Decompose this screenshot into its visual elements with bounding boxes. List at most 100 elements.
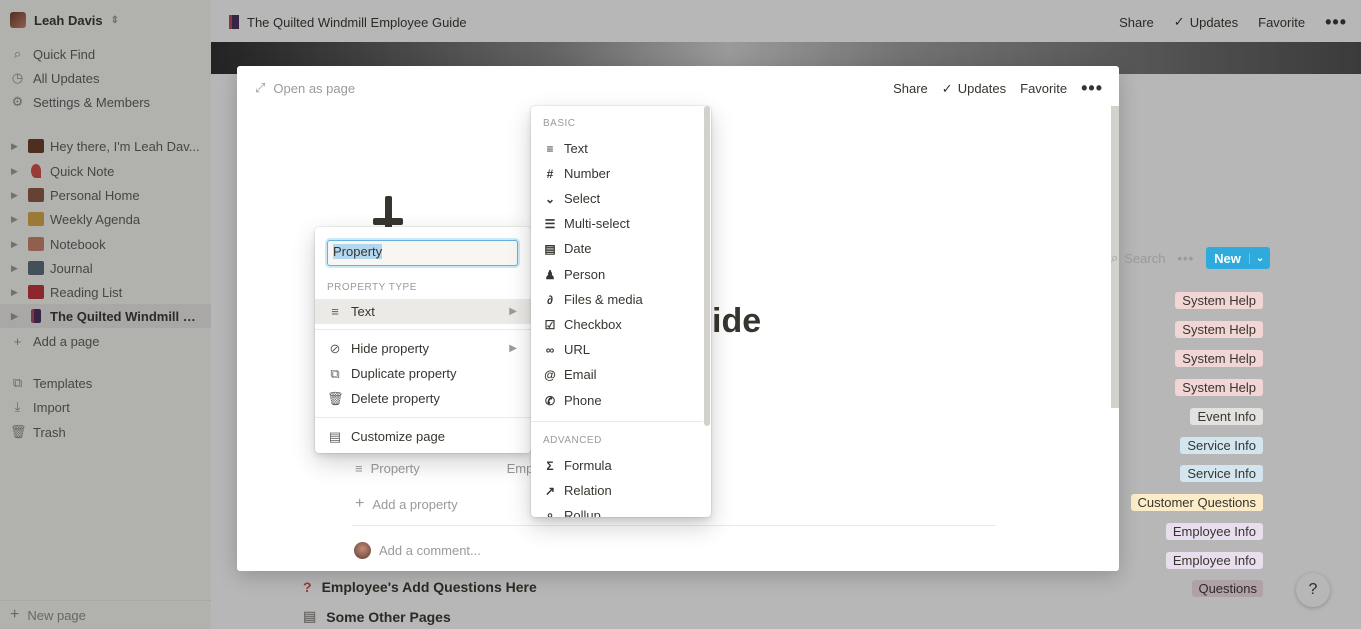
category-tag: Employee Info — [1165, 523, 1263, 540]
person-icon: ♟ — [544, 267, 556, 282]
category-tag: Service Info — [1180, 465, 1263, 482]
type-option-text[interactable]: ≡ Text — [531, 136, 703, 161]
link-icon: ∞ — [545, 342, 555, 357]
expand-arrow-icon: ⤢ — [255, 80, 266, 95]
property-row[interactable]: ≡ Property Emp — [355, 461, 533, 476]
duplicate-icon: ⧉ — [330, 365, 340, 381]
basic-section-label: BASIC — [543, 118, 576, 129]
type-option-label: Relation — [564, 483, 612, 498]
multiselect-icon: ☰ — [544, 216, 556, 231]
avatar — [354, 542, 371, 559]
eye-hidden-icon: ⊘ — [329, 340, 341, 356]
type-option-formula[interactable]: Σ Formula — [531, 453, 703, 478]
type-option-label: Select — [564, 191, 601, 206]
updates-label: Updates — [957, 81, 1007, 96]
type-option-multi-select[interactable]: ☰ Multi-select — [531, 211, 703, 236]
type-option-label: Phone — [564, 393, 602, 408]
type-option-url[interactable]: ∞ URL — [531, 337, 703, 362]
category-tag: System Help — [1175, 321, 1263, 338]
modal-share-button[interactable]: Share — [893, 81, 928, 96]
category-tag: Service Info — [1180, 437, 1263, 454]
chevron-right-icon: ▶ — [509, 306, 517, 317]
add-property-button[interactable]: + Add a property — [355, 495, 458, 513]
page-plus-icon[interactable] — [373, 196, 403, 230]
open-as-page-button[interactable]: ⤢ Open as page — [255, 80, 355, 96]
type-option-select[interactable]: ⌄ Select — [531, 186, 703, 211]
property-type-select[interactable]: ≡ Text ▶ — [315, 299, 531, 324]
search-label: Search — [1124, 250, 1166, 266]
property-row-label: Property — [370, 461, 420, 476]
type-option-label: Checkbox — [564, 317, 622, 332]
property-menu: Property PROPERTY TYPE ≡ Text ▶ ⊘ Hide p… — [315, 227, 531, 453]
type-menu-scrollbar[interactable] — [704, 106, 710, 426]
chevron-down-icon[interactable]: ⌄ — [1248, 252, 1270, 264]
type-option-email[interactable]: @ Email — [531, 362, 703, 387]
plus-icon: + — [355, 495, 365, 512]
property-type-menu: BASIC ≡ Text # Number ⌄ Select ☰ Multi-select ▤ D… — [531, 106, 711, 517]
type-option-label: Date — [564, 241, 592, 256]
more-options-icon[interactable]: ••• — [1081, 78, 1103, 99]
property-type-section-label: PROPERTY TYPE — [327, 282, 417, 293]
number-icon: # — [546, 166, 554, 181]
divider — [315, 417, 531, 418]
type-option-number[interactable]: # Number — [531, 161, 703, 186]
type-option-label: Person — [564, 267, 606, 282]
modal-favorite-button[interactable]: Favorite — [1020, 81, 1067, 96]
database-toolbar: ⌕ Search ••• New ⌄ — [1111, 247, 1271, 269]
open-as-page-label: Open as page — [273, 80, 356, 96]
checkbox-icon: ☑ — [544, 317, 556, 332]
text-icon: ≡ — [546, 141, 554, 156]
new-button[interactable]: New ⌄ — [1206, 247, 1271, 269]
property-type-value: Text — [351, 304, 375, 319]
type-option-files-media[interactable]: ∂ Files & media — [531, 287, 703, 312]
advanced-section-label: ADVANCED — [543, 435, 602, 446]
duplicate-property-button[interactable]: ⧉ Duplicate property — [315, 361, 531, 386]
select-icon: ⌄ — [544, 191, 556, 206]
delete-property-button[interactable]: 🗑 Delete property — [315, 386, 531, 411]
type-option-label: Email — [564, 367, 597, 382]
customize-page-button[interactable]: ▤ Customize page — [315, 424, 531, 449]
type-option-person[interactable]: ♟ Person — [531, 262, 703, 287]
relation-icon: ↗ — [544, 483, 556, 498]
formula-icon: Σ — [546, 458, 554, 473]
type-option-label: Text — [564, 141, 588, 156]
property-name-value: Property — [333, 244, 383, 259]
hide-property-label: Hide property — [351, 341, 430, 356]
comment-placeholder: Add a comment... — [379, 543, 481, 558]
search-icon: ⌕ — [1111, 250, 1119, 265]
type-option-phone[interactable]: ✆ Phone — [531, 388, 703, 413]
more-options-icon[interactable]: ••• — [1177, 251, 1194, 266]
property-name-input[interactable]: Property — [327, 240, 518, 266]
comment-input[interactable]: Add a comment... — [354, 542, 481, 559]
chevron-right-icon: ▶ — [509, 343, 517, 354]
type-option-relation[interactable]: ↗ Relation — [531, 478, 703, 503]
modal-updates-button[interactable]: ✓ Updates — [942, 81, 1006, 97]
type-option-date[interactable]: ▤ Date — [531, 236, 703, 261]
trash-icon: 🗑 — [327, 390, 344, 406]
customize-page-label: Customize page — [351, 429, 445, 444]
check-icon: ✓ — [941, 80, 953, 96]
type-option-label: Formula — [564, 458, 612, 473]
category-tag: Customer Questions — [1130, 494, 1263, 511]
property-row-value: Emp — [506, 461, 534, 476]
type-option-checkbox[interactable]: ☑ Checkbox — [531, 312, 703, 337]
date-icon: ▤ — [544, 241, 556, 256]
type-option-label: Files & media — [564, 292, 643, 307]
category-tag: System Help — [1175, 292, 1263, 309]
search-button[interactable]: ⌕ Search — [1111, 250, 1165, 266]
category-tag: Event Info — [1190, 408, 1263, 425]
category-tag: System Help — [1175, 350, 1263, 367]
page-title[interactable]: ide — [712, 302, 761, 341]
divider — [531, 421, 703, 422]
hide-property-button[interactable]: ⊘ Hide property ▶ — [315, 336, 531, 361]
document-icon: ▤ — [328, 428, 342, 444]
text-property-icon: ≡ — [355, 461, 363, 476]
category-tag: System Help — [1175, 379, 1263, 396]
rollup-icon: ⌕ — [546, 508, 554, 517]
type-option-rollup[interactable]: ⌕ Rollup — [531, 503, 703, 517]
divider — [315, 329, 531, 330]
delete-property-label: Delete property — [351, 391, 440, 406]
type-option-label: Number — [564, 166, 611, 181]
new-button-label: New — [1214, 250, 1241, 266]
duplicate-property-label: Duplicate property — [351, 366, 457, 381]
